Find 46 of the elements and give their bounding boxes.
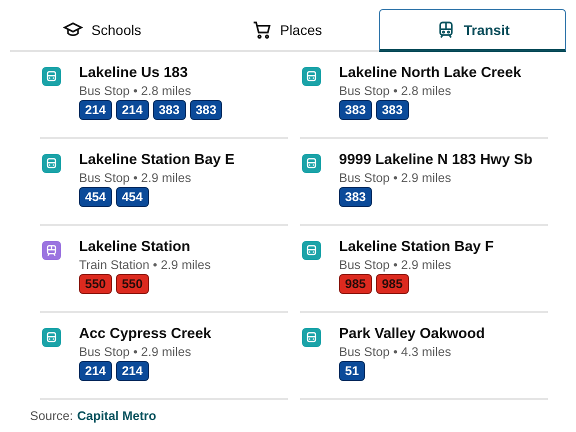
route-badge: 383 (376, 100, 409, 120)
source-label: Source: (30, 409, 74, 423)
route-badge: 214 (79, 361, 112, 381)
stop-name: Lakeline Station Bay E (79, 152, 235, 168)
route-badge: 383 (339, 187, 372, 207)
stop-name: Park Valley Oakwood (339, 326, 485, 342)
stop-name: Lakeline North Lake Creek (339, 65, 522, 81)
route-badge: 454 (116, 187, 149, 207)
route-badge: 985 (339, 274, 372, 294)
bus-icon (42, 154, 61, 173)
tab[interactable]: Schools (10, 9, 195, 52)
bus-icon (42, 328, 61, 347)
tab[interactable]: Transit (379, 9, 566, 52)
stop-detail: Bus Stop • 4.3 miles (339, 345, 452, 359)
route-badge: 985 (376, 274, 409, 294)
route-badge: 51 (339, 361, 365, 381)
stop-name: Lakeline Station (79, 239, 192, 255)
route-badge: 383 (339, 100, 372, 120)
route-badge: 550 (79, 274, 112, 294)
stop-detail: Bus Stop • 2.9 miles (339, 258, 452, 272)
stop-detail: Bus Stop • 2.8 miles (339, 84, 452, 98)
cart-icon (252, 20, 272, 40)
route-badge: 214 (79, 100, 112, 120)
stop-detail: Train Station • 2.9 miles (79, 258, 211, 272)
route-badge: 550 (116, 274, 149, 294)
route-badge: 383 (152, 100, 186, 120)
tab[interactable]: Places (194, 9, 380, 52)
route-badge: 383 (190, 100, 222, 120)
bus-icon (302, 328, 321, 347)
source-link[interactable]: Capital Metro (77, 409, 156, 423)
stop-name: Lakeline Us 183 (79, 65, 189, 81)
stop-name: 9999 Lakeline N 183 Hwy Sb (339, 152, 532, 168)
bus-icon (302, 241, 321, 260)
stop-detail: Bus Stop • 2.9 miles (339, 171, 452, 185)
stop-detail: Bus Stop • 2.9 miles (79, 171, 192, 185)
train-icon (42, 241, 61, 260)
route-badge: 214 (116, 361, 149, 381)
bus-icon (302, 67, 321, 86)
stop-name: Acc Cypress Creek (79, 326, 212, 342)
route-badge: 454 (79, 187, 112, 207)
stop-detail: Bus Stop • 2.9 miles (79, 345, 192, 359)
stop-name: Lakeline Station Bay F (339, 239, 494, 255)
route-badge: 214 (116, 100, 149, 120)
bus-icon (302, 154, 321, 173)
stop-detail: Bus Stop • 2.8 miles (79, 84, 192, 98)
bus-icon (42, 67, 61, 86)
